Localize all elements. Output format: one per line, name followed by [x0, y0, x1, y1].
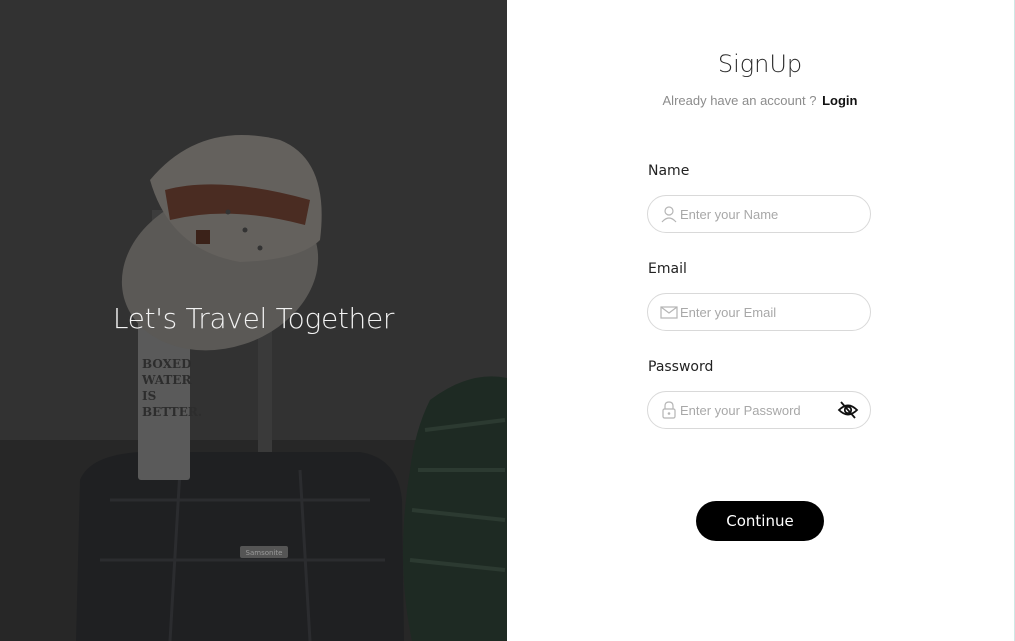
- password-input[interactable]: [680, 400, 830, 420]
- bottle-text-line-3: IS: [142, 389, 156, 403]
- account-prompt: Already have an account ? Login: [507, 93, 1013, 108]
- suitcase-brand-text: Samsonite: [246, 549, 283, 557]
- account-prompt-text: Already have an account ?: [662, 93, 817, 108]
- name-field[interactable]: [647, 195, 871, 233]
- page-title: SignUp: [717, 50, 803, 78]
- lock-icon: [662, 401, 676, 419]
- signup-panel: SignUp Already have an account ? Login N…: [507, 0, 1015, 641]
- eye-slash-icon[interactable]: [837, 400, 859, 420]
- user-icon: [661, 206, 677, 223]
- password-field[interactable]: [647, 391, 871, 429]
- email-input[interactable]: [680, 302, 830, 322]
- email-label: Email: [648, 261, 687, 277]
- password-label: Password: [648, 359, 714, 375]
- continue-button[interactable]: Continue: [696, 501, 824, 541]
- bottle-text-line-1: BOXED: [142, 357, 191, 371]
- name-input[interactable]: [680, 204, 830, 224]
- hero-title: Let's Travel Together: [112, 302, 395, 335]
- name-label: Name: [648, 163, 690, 179]
- email-field[interactable]: [647, 293, 871, 331]
- bottle-text-line-4: BETTER.: [142, 405, 202, 419]
- bottle-text-line-2: WATER: [141, 373, 192, 387]
- envelope-icon: [660, 306, 678, 319]
- login-link[interactable]: Login: [822, 93, 857, 108]
- hero-image-panel: Samsonite BOXED WATER IS BETTER. Let's T…: [0, 0, 507, 641]
